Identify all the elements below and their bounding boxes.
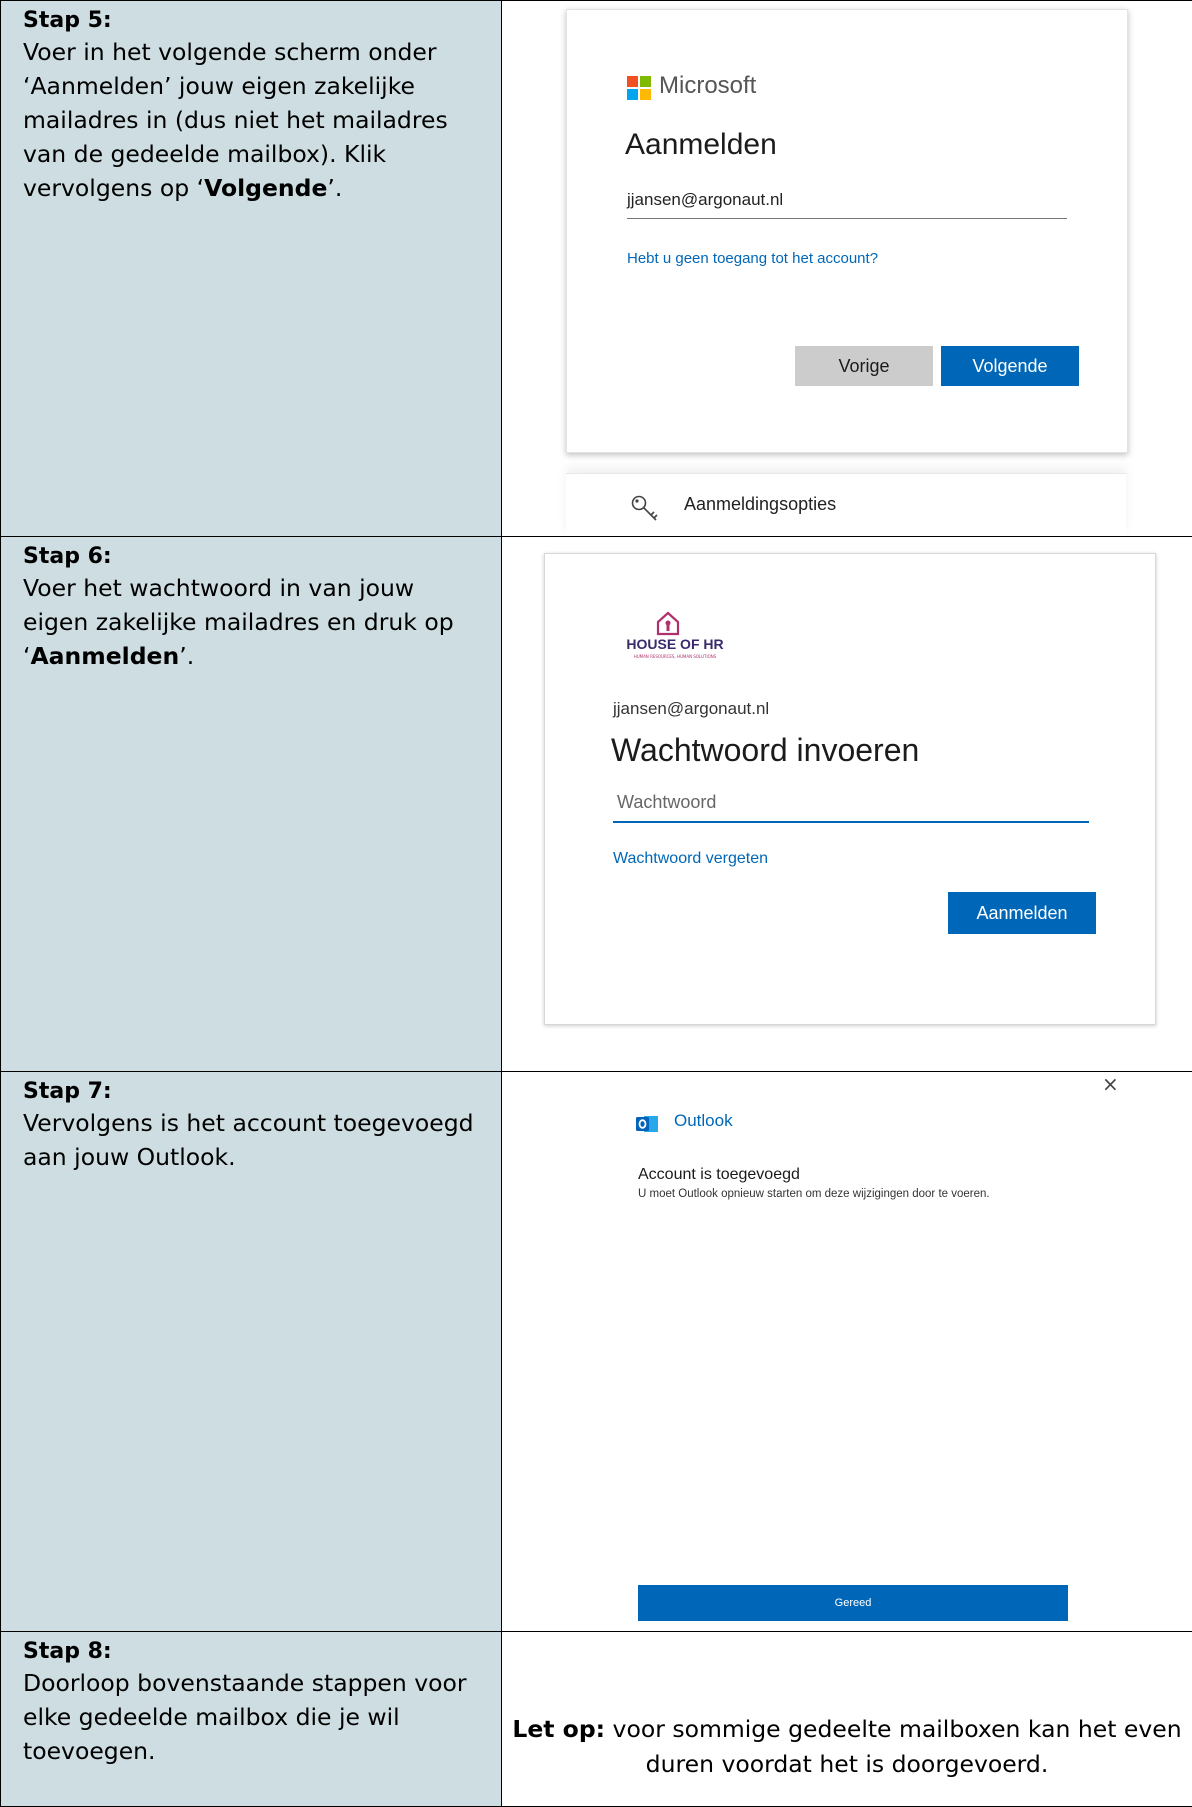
step-text: Voer in het volgende scherm onder ‘Aanme… <box>23 38 448 202</box>
step-title: Stap 8: <box>23 1639 112 1664</box>
next-button[interactable]: Volgende <box>941 346 1079 386</box>
account-added-heading: Account is toegevoegd <box>638 1166 800 1183</box>
step-title: Stap 5: <box>23 8 112 33</box>
password-card: HOUSE OF HR HUMAN RESOURCES, HUMAN SOLUT… <box>544 553 1156 1025</box>
step-text: Voer het wachtwoord in van jouw eigen za… <box>23 574 454 670</box>
outlook-icon <box>636 1116 658 1132</box>
step-screenshot-cell: Microsoft Aanmelden jjansen@argonaut.nl … <box>502 1 1192 536</box>
step-row-6: Stap 6: Voer het wachtwoord in van jouw … <box>0 537 1192 1072</box>
step-description-cell: Stap 8: Doorloop bovenstaande stappen vo… <box>0 1632 502 1806</box>
password-field[interactable]: Wachtwoord <box>613 792 1089 823</box>
step-description-cell: Stap 5: Voer in het volgende scherm onde… <box>0 1 502 536</box>
step-title: Stap 7: <box>23 1079 112 1104</box>
step-description-cell: Stap 6: Voer het wachtwoord in van jouw … <box>0 537 502 1071</box>
step-emphasis: Aanmelden <box>30 642 180 670</box>
outlook-title: Outlook <box>674 1111 733 1130</box>
house-of-hr-logo: HOUSE OF HR HUMAN RESOURCES, HUMAN SOLUT… <box>615 610 735 660</box>
email-field[interactable]: jjansen@argonaut.nl <box>627 190 1067 219</box>
restart-message: U moet Outlook opnieuw starten om deze w… <box>638 1188 990 1200</box>
step-title: Stap 6: <box>23 544 112 569</box>
brand-name: Microsoft <box>659 72 757 99</box>
signin-options-bar[interactable]: Aanmeldingsopties <box>566 473 1126 536</box>
step-description-cell: Stap 7: Vervolgens is het account toegev… <box>0 1072 502 1631</box>
step-screenshot-cell: HOUSE OF HR HUMAN RESOURCES, HUMAN SOLUT… <box>502 537 1192 1071</box>
signin-heading: Aanmelden <box>625 128 777 161</box>
step-text: Vervolgens is het account toegevoegd aan… <box>23 1109 474 1171</box>
no-access-link[interactable]: Hebt u geen toegang tot het account? <box>627 250 878 267</box>
back-button[interactable]: Vorige <box>795 346 933 386</box>
step-screenshot-cell: × Outlook Account is toegevoegd U moet O… <box>502 1072 1192 1631</box>
step-emphasis: Volgende <box>204 174 328 202</box>
signin-button[interactable]: Aanmelden <box>948 892 1096 934</box>
step-row-5: Stap 5: Voer in het volgende scherm onde… <box>0 0 1192 537</box>
step-text: Doorloop bovenstaande stappen voor elke … <box>23 1669 467 1765</box>
done-button[interactable]: Gereed <box>638 1585 1068 1621</box>
forgot-password-link[interactable]: Wachtwoord vergeten <box>613 850 768 868</box>
signin-options-label: Aanmeldingsopties <box>684 494 837 514</box>
close-icon[interactable]: × <box>1102 1072 1119 1096</box>
note-label: Let op: <box>512 1714 606 1743</box>
signin-card: Microsoft Aanmelden jjansen@argonaut.nl … <box>566 9 1128 453</box>
account-email: jjansen@argonaut.nl <box>613 699 770 718</box>
note-text: Let op: voor sommige gedeelte mailboxen … <box>512 1714 1182 1778</box>
note-cell: Let op: voor sommige gedeelte mailboxen … <box>502 1632 1192 1806</box>
key-icon <box>631 495 658 521</box>
microsoft-logo-icon <box>627 76 651 100</box>
step-row-7: Stap 7: Vervolgens is het account toegev… <box>0 1072 1192 1632</box>
house-icon <box>656 611 680 636</box>
instruction-table: Stap 5: Voer in het volgende scherm onde… <box>0 0 1192 1807</box>
step-row-8: Stap 8: Doorloop bovenstaande stappen vo… <box>0 1632 1192 1807</box>
password-heading: Wachtwoord invoeren <box>611 732 920 768</box>
